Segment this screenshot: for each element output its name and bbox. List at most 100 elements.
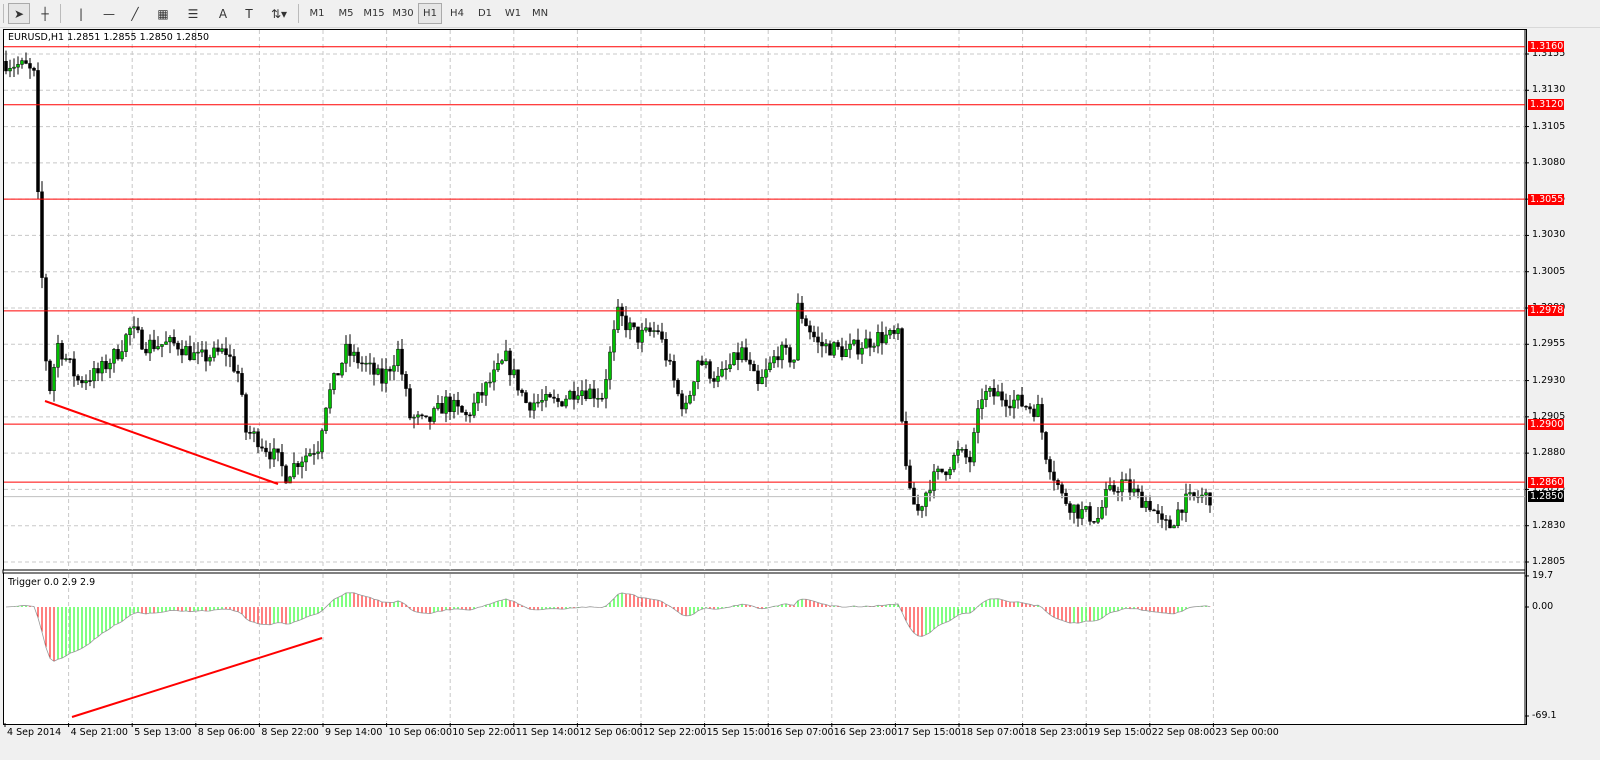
- bear-candle: [636, 326, 640, 343]
- bear-candle: [76, 375, 80, 381]
- bear-candle: [968, 456, 972, 463]
- bull-candle: [832, 342, 836, 356]
- bear-candle: [60, 343, 64, 360]
- horizontal-level-label: 1.2978: [1528, 305, 1564, 317]
- horizontal-level-label: 1.2900: [1528, 418, 1564, 430]
- bear-candle: [1052, 471, 1056, 481]
- bull-candle: [876, 332, 880, 347]
- bear-candle: [428, 416, 432, 422]
- horizontal-level-label: 1.3055: [1528, 193, 1564, 205]
- bear-candle: [1152, 509, 1156, 512]
- bull-candle: [164, 341, 168, 345]
- horizontal-level-label: 1.3120: [1528, 99, 1564, 111]
- bear-candle: [784, 344, 788, 348]
- bear-candle: [96, 368, 100, 374]
- bear-candle: [940, 468, 944, 473]
- bear-candle: [1168, 519, 1172, 529]
- time-label: 5 Sep 13:00: [134, 727, 192, 738]
- bear-candle: [804, 318, 808, 326]
- bear-candle: [32, 67, 36, 71]
- time-label: 10 Sep 06:00: [388, 727, 453, 738]
- bull-candle: [740, 347, 744, 360]
- chart-canvas[interactable]: [0, 0, 1600, 760]
- bull-candle: [532, 402, 536, 411]
- bear-candle: [296, 463, 300, 468]
- bull-candle: [764, 369, 768, 378]
- bull-candle: [1108, 485, 1112, 490]
- indicator-tick-label: -69.1: [1532, 710, 1557, 721]
- bear-candle: [480, 392, 484, 396]
- bear-candle: [508, 350, 512, 376]
- time-label: 11 Sep 14:00: [515, 727, 580, 738]
- bull-candle: [644, 327, 648, 331]
- bear-candle: [1156, 510, 1160, 514]
- bear-candle: [468, 414, 472, 417]
- bear-candle: [176, 342, 180, 350]
- bull-candle: [984, 391, 988, 400]
- time-label: 4 Sep 21:00: [70, 727, 128, 738]
- bear-candle: [648, 327, 652, 332]
- bull-candle: [640, 329, 644, 343]
- bear-candle: [1004, 399, 1008, 407]
- bear-candle: [1160, 513, 1164, 520]
- bear-candle: [404, 374, 408, 389]
- bull-candle: [8, 67, 12, 72]
- bull-candle: [484, 382, 488, 396]
- bear-candle: [40, 191, 44, 278]
- bull-candle: [608, 351, 612, 380]
- time-label: 16 Sep 07:00: [770, 727, 834, 738]
- bull-candle: [352, 351, 356, 356]
- bear-candle: [1164, 519, 1168, 521]
- bull-candle: [652, 330, 656, 332]
- bear-candle: [1076, 504, 1080, 519]
- bear-candle: [1060, 484, 1064, 494]
- bull-candle: [124, 334, 128, 352]
- bear-candle: [224, 348, 228, 356]
- bear-candle: [268, 451, 272, 460]
- bull-candle: [416, 414, 420, 418]
- bull-candle: [396, 348, 400, 366]
- bear-candle: [1208, 492, 1212, 506]
- bear-candle: [660, 331, 664, 340]
- bear-candle: [836, 342, 840, 347]
- bull-candle: [496, 363, 500, 371]
- time-label: 18 Sep 23:00: [1024, 727, 1089, 738]
- bull-candle: [716, 375, 720, 382]
- bear-candle: [88, 380, 92, 382]
- bear-candle: [992, 387, 996, 397]
- bear-candle: [944, 471, 948, 476]
- bull-candle: [692, 381, 696, 396]
- bear-candle: [1000, 391, 1004, 401]
- bear-candle: [916, 504, 920, 511]
- bull-candle: [20, 60, 24, 65]
- bear-candle: [144, 348, 148, 354]
- bull-candle: [888, 329, 892, 336]
- bull-candle: [688, 395, 692, 404]
- price-tick-label: 1.3105: [1532, 120, 1566, 132]
- bear-candle: [276, 448, 280, 453]
- bear-candle: [248, 432, 252, 434]
- price-tick-label: 1.3130: [1532, 84, 1566, 96]
- bear-candle: [752, 363, 756, 372]
- bear-candle: [400, 348, 404, 375]
- time-label: 12 Sep 06:00: [579, 727, 643, 738]
- bull-candle: [732, 352, 736, 365]
- bear-candle: [656, 330, 660, 333]
- bear-candle: [1068, 503, 1072, 513]
- bull-candle: [504, 350, 508, 362]
- bull-candle: [1124, 479, 1128, 481]
- time-label: 15 Sep 15:00: [706, 727, 771, 738]
- bull-candle: [16, 64, 20, 68]
- bull-candle: [792, 359, 796, 363]
- bear-candle: [256, 431, 260, 448]
- bear-candle: [1064, 492, 1068, 504]
- bear-candle: [664, 339, 668, 361]
- bear-candle: [676, 380, 680, 395]
- bull-candle: [540, 400, 544, 403]
- bull-candle: [368, 362, 372, 365]
- bear-candle: [756, 370, 760, 384]
- bear-candle: [812, 331, 816, 338]
- current-price-label: 1.2850: [1528, 491, 1564, 503]
- bear-candle: [116, 349, 120, 360]
- trendline-indicator: [71, 637, 323, 718]
